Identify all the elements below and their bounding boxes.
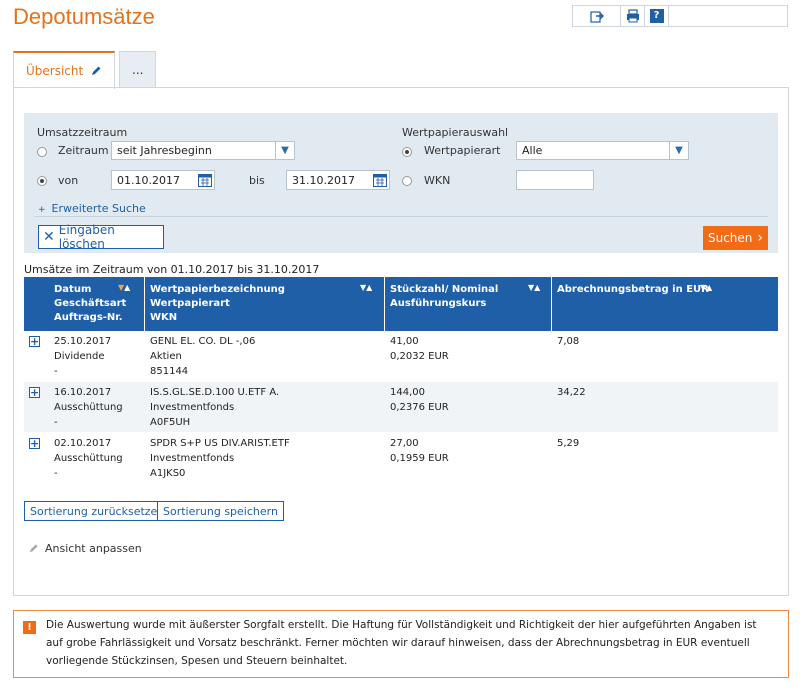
print-icon (626, 9, 639, 23)
tab-more[interactable]: ... (119, 51, 157, 88)
search-panel: Umsatzzeitraum Zeitraum seit Jahresbegin… (24, 113, 778, 253)
zeitraum-value: seit Jahresbeginn (117, 144, 212, 157)
von-date-input[interactable]: 01.10.2017 (111, 170, 215, 190)
column-header-quantity[interactable]: Stückzahl/ Nominal Ausführungskurs (390, 283, 498, 311)
export-button[interactable] (573, 6, 621, 26)
table-header: Datum Geschäftsart Auftrags-Nr. ▼▲ Wertpap… (24, 277, 778, 331)
cell-date: 02.10.2017 Ausschüttung - (54, 438, 123, 479)
bis-date-input[interactable]: 31.10.2017 (286, 170, 390, 190)
sort-icon[interactable]: ▼▲ (700, 283, 712, 292)
zeitraum-radio[interactable] (37, 147, 47, 157)
wertpapierart-select[interactable]: Alle ▼ (516, 141, 689, 160)
chevron-down-icon[interactable]: ▼ (669, 141, 689, 160)
cell-date: 16.10.2017 Ausschüttung - (54, 387, 123, 428)
cell-quantity: 144,00 0,2376 EUR (390, 387, 449, 413)
column-separator (384, 277, 385, 331)
disclaimer-text: Die Auswertung wurde mit äußerster Sorgf… (46, 619, 757, 667)
save-sort-button[interactable]: Sortierung speichern (157, 501, 284, 521)
reset-sort-button[interactable]: Sortierung zurücksetzen (24, 501, 171, 521)
main-panel: Umsatzzeitraum Zeitraum seit Jahresbegin… (13, 87, 789, 596)
adjust-view-label: Ansicht anpassen (45, 542, 142, 555)
plus-icon: + (38, 205, 46, 215)
wertpapierart-value: Alle (522, 144, 543, 157)
chevron-right-icon: › (757, 230, 764, 246)
tab-uebersicht[interactable]: Übersicht (13, 51, 116, 89)
zeitraum-label: Zeitraum (58, 144, 109, 157)
help-button[interactable]: ? (645, 6, 669, 26)
cell-quantity: 41,00 0,2032 EUR (390, 336, 449, 362)
sort-icon[interactable]: ▼▲ (360, 283, 372, 292)
help-icon: ? (649, 9, 664, 23)
calendar-icon[interactable] (373, 173, 387, 187)
column-header-amount[interactable]: Abrechnungsbetrag in EUR (557, 283, 709, 297)
calendar-icon[interactable] (198, 173, 212, 187)
selection-heading: Wertpapierauswahl (402, 126, 509, 139)
cell-amount: 7,08 (557, 336, 580, 347)
tab-label: Übersicht (26, 64, 84, 78)
chevron-down-icon[interactable]: ▼ (275, 141, 295, 160)
cell-security: SPDR S+P US DIV.ARIST.ETF Investmentfonds… (150, 438, 290, 479)
sort-icon[interactable]: ▼▲ (118, 283, 130, 292)
clear-inputs-label: Eingaben löschen (58, 223, 115, 251)
clear-inputs-button[interactable]: ✕ Eingaben löschen (38, 223, 164, 251)
cell-quantity: 27,00 0,1959 EUR (390, 438, 449, 464)
toolbar: ? (572, 5, 788, 27)
divider (34, 216, 768, 217)
column-header-date[interactable]: Datum Geschäftsart Auftrags-Nr. (54, 283, 126, 325)
cell-security: IS.S.GL.SE.D.100 U.ETF A. Investmentfonds… (150, 387, 280, 428)
disclaimer-notice: ! Die Auswertung wurde mit äußerster Sor… (13, 610, 789, 678)
expand-row-icon[interactable]: + (29, 387, 40, 398)
pencil-icon (29, 544, 38, 553)
warning-icon: ! (23, 621, 36, 634)
von-label: von (58, 174, 79, 187)
wkn-radio[interactable] (402, 176, 412, 186)
cell-security: GENL EL. CO. DL -,06 Aktien 851144 (150, 336, 256, 377)
wkn-label: WKN (424, 174, 451, 187)
tab-bar: Übersicht ... (13, 51, 160, 89)
period-heading: Umsatzzeitraum (37, 126, 128, 139)
column-separator (551, 277, 552, 331)
page-title: Depotumsätze (13, 4, 155, 29)
cell-date: 25.10.2017 Dividende - (54, 336, 112, 377)
cell-amount: 5,29 (557, 438, 580, 449)
table-row: + 25.10.2017 Dividende - GENL EL. CO. DL -… (24, 331, 778, 381)
pencil-icon (92, 66, 101, 75)
column-header-security[interactable]: Wertpapierbezeichnung Wertpapierart WKN (150, 283, 285, 325)
export-icon (589, 11, 604, 23)
wkn-input[interactable] (516, 170, 594, 190)
range-summary: Umsätze im Zeitraum von 01.10.2017 bis 3… (24, 263, 320, 276)
sort-icon[interactable]: ▼▲ (528, 283, 540, 292)
von-radio[interactable] (37, 176, 47, 186)
search-button[interactable]: Suchen › (703, 226, 768, 250)
column-separator (144, 277, 145, 331)
bis-date-value: 31.10.2017 (292, 173, 355, 187)
expand-row-icon[interactable]: + (29, 336, 40, 347)
expand-row-icon[interactable]: + (29, 438, 40, 449)
adjust-view-link[interactable]: Ansicht anpassen (28, 542, 142, 555)
close-icon: ✕ (43, 229, 55, 245)
zeitraum-select[interactable]: seit Jahresbeginn ▼ (111, 141, 295, 160)
cell-amount: 34,22 (557, 387, 586, 398)
wertpapierart-label: Wertpapierart (424, 144, 501, 157)
print-button[interactable] (621, 6, 645, 26)
search-label: Suchen (707, 231, 753, 245)
advanced-search-label: Erweiterte Suche (51, 202, 146, 215)
von-date-value: 01.10.2017 (117, 173, 180, 187)
wertpapierart-radio[interactable] (402, 147, 412, 157)
advanced-search-link[interactable]: + Erweiterte Suche (38, 202, 146, 215)
tab-label: ... (132, 63, 144, 77)
table-row: + 16.10.2017 Ausschüttung - IS.S.GL.SE.D.1… (24, 382, 778, 432)
table-row: + 02.10.2017 Ausschüttung - SPDR S+P US DI… (24, 433, 778, 483)
bis-label: bis (249, 174, 265, 187)
